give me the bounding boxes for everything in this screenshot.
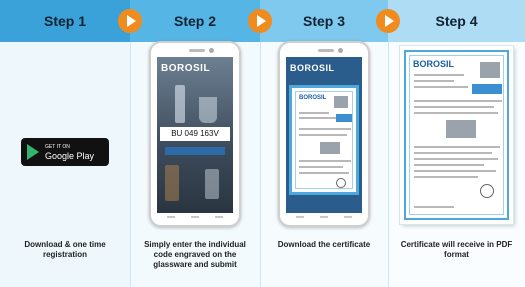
step-1-body: GET IT ON Google Play Download & one tim… [0, 42, 130, 287]
text-line [299, 160, 351, 162]
panel-divider [260, 42, 261, 287]
info-box [336, 114, 352, 122]
chevron-right-icon [248, 9, 272, 33]
glassware-image [205, 169, 219, 199]
phone-nav-bar [167, 216, 223, 220]
phone-speaker [189, 49, 205, 52]
panel-divider [130, 42, 131, 287]
text-line [299, 166, 343, 168]
glassware-photo [446, 120, 476, 138]
text-line [414, 158, 498, 160]
seal-icon [480, 184, 494, 198]
product-photo [334, 96, 348, 108]
brand-logo: BOROSIL [161, 63, 211, 74]
text-line [414, 100, 502, 102]
google-play-text: GET IT ON Google Play [45, 143, 94, 161]
step-4-panel: Step 4 BOROSIL Certificate will receive … [388, 0, 525, 287]
glassware-image [165, 165, 179, 201]
step-3-caption: Download the certificate [277, 240, 371, 249]
badge-big-text: Google Play [45, 151, 95, 161]
code-input[interactable]: BU 049 163V [160, 127, 230, 141]
text-line [414, 170, 496, 172]
phone-mockup-step-3: BOROSIL BOROSIL [278, 41, 370, 227]
chevron-right-icon [118, 9, 142, 33]
certificate-sheet: BOROSIL [409, 55, 504, 215]
step-1-panel: Step 1 GET IT ON Google Play Download & … [0, 0, 130, 287]
chevron-right-icon [376, 9, 400, 33]
seal-icon [336, 178, 346, 188]
text-line [414, 176, 478, 178]
step-2-title: Step 2 [130, 0, 260, 42]
text-line [414, 74, 464, 76]
info-box [472, 84, 502, 94]
certificate-preview[interactable]: BOROSIL [289, 85, 359, 195]
certificate-frame: BOROSIL [404, 50, 509, 220]
step-2-body: BOROSIL BU 049 163V Simply enter the ind… [130, 41, 260, 287]
step-1-caption: Download & one time registration [24, 240, 106, 259]
text-line [414, 152, 492, 154]
certificate-sheet: BOROSIL [295, 91, 353, 189]
submit-button[interactable] [165, 147, 225, 155]
text-line [299, 134, 347, 136]
step-4-body: BOROSIL Certificate will receive in PDF … [388, 42, 525, 287]
certificate-brand: BOROSIL [299, 95, 327, 101]
panel-divider [388, 42, 389, 287]
text-line [299, 117, 339, 119]
step-3-panel: Step 3 BOROSIL BOROSIL Download the cert… [260, 0, 388, 287]
google-play-icon [27, 144, 39, 160]
text-line [414, 206, 454, 208]
pdf-certificate: BOROSIL [400, 46, 513, 224]
brand-logo: BOROSIL [290, 63, 335, 73]
text-line [299, 172, 349, 174]
certificate-brand: BOROSIL [413, 59, 455, 69]
glassware-image [175, 85, 185, 123]
steps-row: Step 1 GET IT ON Google Play Download & … [0, 0, 525, 287]
text-line [414, 86, 468, 88]
step-2-panel: Step 2 BOROSIL BU 049 163V Simply enter … [130, 0, 260, 287]
step-3-title: Step 3 [260, 0, 388, 42]
phone-speaker [318, 49, 334, 52]
google-play-badge[interactable]: GET IT ON Google Play [21, 138, 109, 166]
text-line [414, 112, 498, 114]
step-2-caption: Simply enter the individual code engrave… [144, 240, 246, 269]
text-line [414, 146, 500, 148]
text-line [414, 80, 454, 82]
phone-camera [338, 48, 343, 53]
step-1-title: Step 1 [0, 0, 130, 42]
phone-camera [209, 48, 214, 53]
glassware-image [199, 97, 217, 123]
text-line [414, 164, 484, 166]
step-4-title: Step 4 [388, 0, 525, 42]
phone-mockup-step-2: BOROSIL BU 049 163V [149, 41, 241, 227]
phone-nav-bar [296, 216, 352, 220]
text-line [299, 128, 351, 130]
phone-screen: BOROSIL BU 049 163V [157, 57, 233, 213]
phone-screen: BOROSIL BOROSIL [286, 57, 362, 213]
text-line [414, 106, 494, 108]
step-4-caption: Certificate will receive in PDF format [400, 240, 513, 259]
step-3-body: BOROSIL BOROSIL Download the certificate [260, 41, 388, 287]
product-photo [480, 62, 500, 78]
glassware-photo [320, 142, 340, 154]
text-line [299, 112, 329, 114]
